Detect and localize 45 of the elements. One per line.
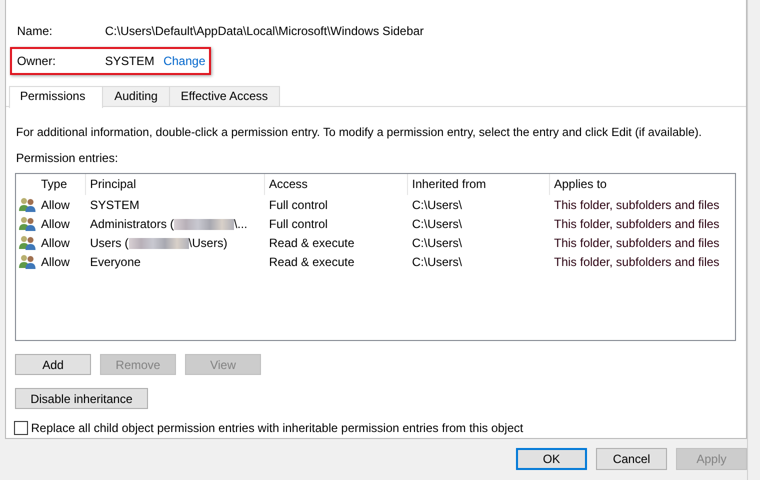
users-icon [19,197,36,212]
table-cell-text: C:\Users\ [411,198,464,212]
table-cell-text: SYSTEM [89,198,140,212]
table-cell-text: This folder, subfolders and files [553,198,720,212]
table-cell-text: C:\Users\ [411,236,464,250]
column-header[interactable]: Inherited from [408,174,550,195]
users-icon [19,216,36,231]
info-text: For additional information, double-click a permission entry. To modify a permission entry, select the entry and click Edit (if available). [16,125,703,139]
table-cell-text: This folder, subfolders and files [553,254,720,268]
field-value: SYSTEM [105,54,154,68]
field-value: C:\Users\Default\AppData\Local\Microsoft\Windows Sidebar [105,24,424,38]
checkbox[interactable] [14,421,28,435]
table-cell-text: Allow [40,254,71,268]
entries-label: Permission entries: [16,151,120,165]
table-cell-text: Full control [268,216,329,230]
column-header[interactable]: Principal [86,174,265,195]
column-header[interactable]: Type [37,174,86,195]
table-cell-text: C:\Users\ [411,254,464,268]
tab[interactable]: Effective Access [168,86,280,106]
users-icon [19,235,36,250]
tab[interactable]: Permissions [9,86,104,108]
table-cell-text: Full control [268,198,329,212]
table-cell-text: Users ( \Users) [89,236,228,250]
disable-inheritance-button[interactable]: Disable inheritance [15,388,148,409]
entry-button[interactable]: Add [15,354,91,375]
tab[interactable]: Auditing [102,86,170,106]
table-cell-text: This folder, subfolders and files [553,236,720,250]
checkbox-label: Replace all child object permission entries with inheritable permission entries from this object [31,421,524,435]
table-cell-text: This folder, subfolders and files [553,216,720,230]
dialog-button[interactable]: OK [516,448,587,470]
column-header[interactable]: Applies to [550,174,734,195]
field-label: Name: [17,24,54,38]
table-cell-text: Read & execute [268,236,356,250]
column-header[interactable]: Access [265,174,408,195]
dialog-button[interactable]: Cancel [596,448,667,470]
field-label: Owner: [17,54,57,68]
table-cell-text: Allow [40,236,71,250]
table-cell-text: Allow [40,198,71,212]
users-icon [19,254,36,269]
table-cell-text: Everyone [89,254,142,268]
table-cell-text: Allow [40,216,71,230]
table-cell-text: Read & execute [268,254,356,268]
table-cell-text: Administrators ( \... [89,216,248,230]
change-link[interactable]: Change [163,54,206,68]
table-cell-text: C:\Users\ [411,216,464,230]
